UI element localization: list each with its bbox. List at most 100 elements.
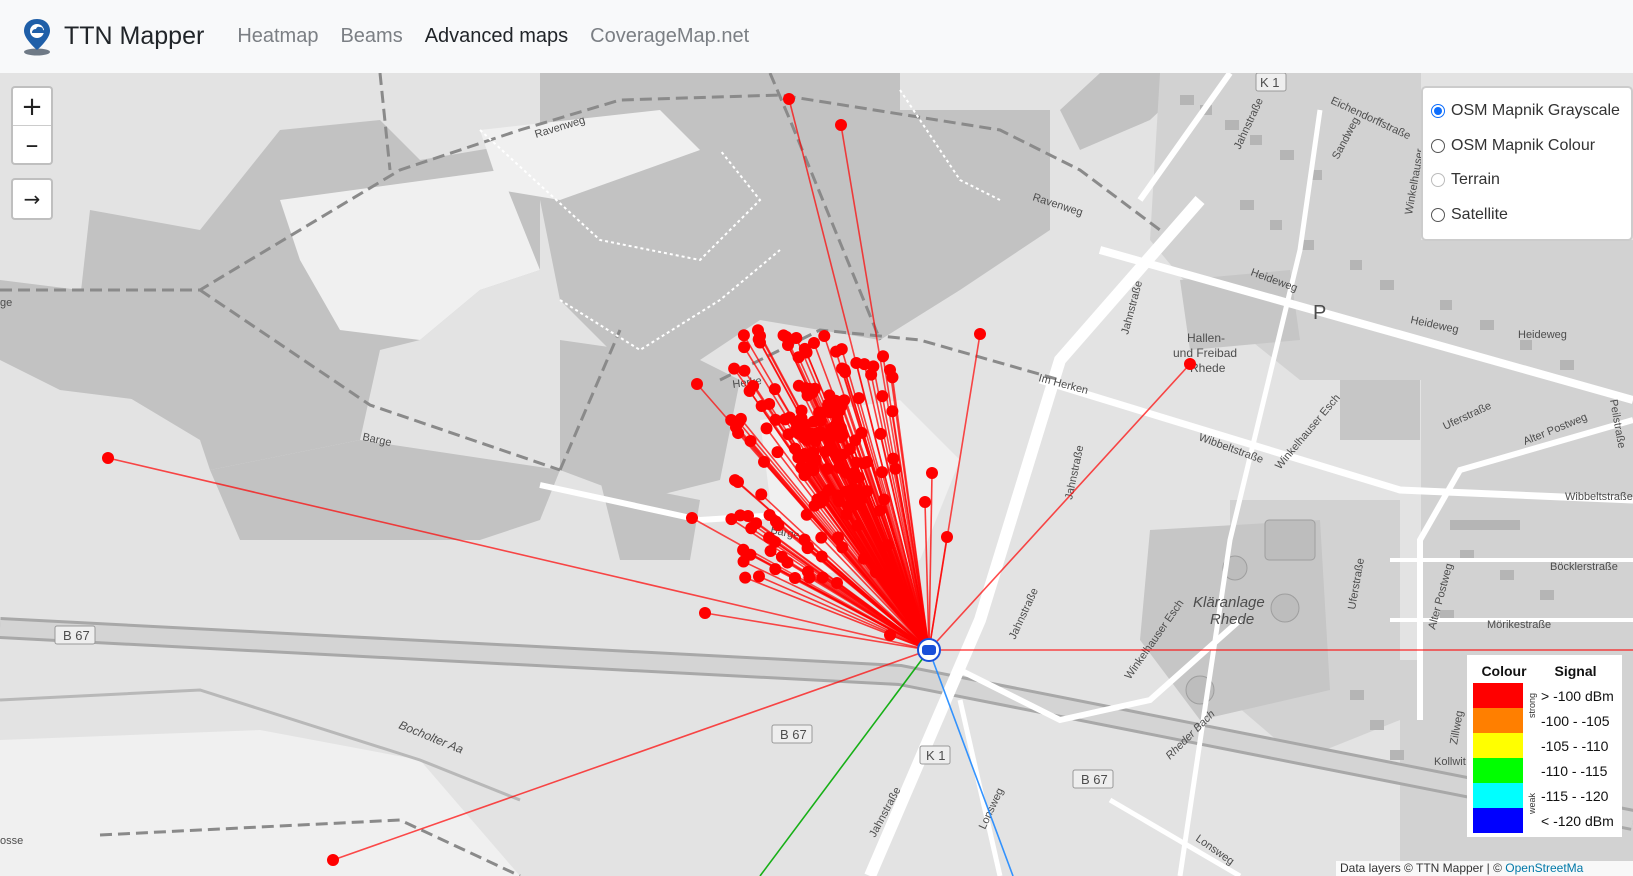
measurement-point[interactable]: [874, 427, 887, 440]
measurement-point[interactable]: [815, 531, 828, 544]
measurement-point[interactable]: [807, 415, 820, 428]
measurement-point[interactable]: [857, 552, 870, 565]
measurement-point[interactable]: [800, 508, 813, 521]
measurement-point[interactable]: [691, 378, 703, 390]
measurement-point[interactable]: [758, 455, 771, 468]
measurement-point[interactable]: [738, 341, 751, 354]
measurement-point[interactable]: [941, 531, 953, 543]
nav-heatmap[interactable]: Heatmap: [237, 25, 318, 48]
measurement-point[interactable]: [798, 424, 811, 437]
measurement-point[interactable]: [789, 442, 802, 455]
measurement-point[interactable]: [831, 531, 844, 544]
measurement-point[interactable]: [861, 485, 874, 498]
nav-beams[interactable]: Beams: [340, 25, 402, 48]
measurement-point[interactable]: [760, 422, 773, 435]
measurement-point[interactable]: [738, 364, 751, 377]
measurement-point[interactable]: [744, 435, 757, 448]
measurement-point[interactable]: [327, 854, 339, 866]
measurement-point[interactable]: [865, 368, 878, 381]
measurement-point[interactable]: [754, 330, 766, 342]
measurement-point[interactable]: [744, 548, 757, 561]
measurement-point[interactable]: [755, 400, 768, 413]
measurement-point[interactable]: [102, 452, 114, 464]
measurement-point[interactable]: [818, 330, 831, 343]
nav-coveragemap[interactable]: CoverageMap.net: [590, 25, 749, 48]
measurement-point[interactable]: [802, 541, 814, 553]
measurement-point[interactable]: [775, 550, 788, 563]
measurement-point[interactable]: [747, 379, 760, 392]
measurement-point[interactable]: [686, 512, 698, 524]
measurement-point[interactable]: [889, 462, 902, 475]
measurement-point[interactable]: [768, 383, 781, 396]
measurement-point[interactable]: [919, 496, 931, 508]
measurement-point[interactable]: [852, 498, 865, 511]
layer-satellite[interactable]: Satellite: [1431, 198, 1623, 233]
measurement-point[interactable]: [798, 466, 811, 479]
layer-terrain[interactable]: Terrain: [1431, 163, 1623, 198]
measurement-point[interactable]: [789, 572, 801, 584]
measurement-point[interactable]: [831, 577, 843, 589]
measurement-point[interactable]: [798, 342, 811, 355]
measurement-point[interactable]: [815, 550, 828, 563]
measurement-point[interactable]: [739, 571, 752, 584]
measurement-point[interactable]: [742, 510, 754, 522]
measurement-point[interactable]: [811, 493, 824, 506]
measurement-point[interactable]: [851, 519, 864, 532]
measurement-point[interactable]: [830, 345, 843, 358]
layer-osm-colour[interactable]: OSM Mapnik Colour: [1431, 129, 1623, 164]
measurement-point[interactable]: [795, 404, 808, 417]
measurement-point[interactable]: [883, 566, 896, 579]
measurement-point[interactable]: [887, 452, 900, 465]
arrow-button[interactable]: →: [11, 178, 53, 220]
measurement-point[interactable]: [771, 446, 784, 459]
radio-icon[interactable]: [1431, 138, 1445, 153]
measurement-point[interactable]: [833, 404, 846, 417]
measurement-point[interactable]: [816, 571, 829, 584]
measurement-point[interactable]: [926, 467, 938, 479]
measurement-point[interactable]: [835, 119, 847, 131]
radio-icon[interactable]: [1431, 207, 1445, 222]
openstreetmap-link[interactable]: OpenStreetMa: [1505, 861, 1583, 875]
measurement-point[interactable]: [821, 462, 834, 475]
layer-osm-grayscale[interactable]: OSM Mapnik Grayscale: [1431, 94, 1623, 129]
measurement-point[interactable]: [850, 456, 863, 469]
measurement-point[interactable]: [839, 366, 852, 379]
measurement-point[interactable]: [814, 425, 827, 438]
map-canvas[interactable]: B 67 B 67 B 67 K 1 K 1 Ravenweg Ravenweg…: [0, 73, 1633, 876]
measurement-point[interactable]: [790, 415, 803, 428]
measurement-point[interactable]: [877, 350, 890, 363]
measurement-point[interactable]: [745, 522, 758, 535]
measurement-point[interactable]: [737, 329, 750, 342]
measurement-point[interactable]: [861, 456, 874, 469]
measurement-point[interactable]: [884, 629, 896, 641]
measurement-point[interactable]: [884, 364, 896, 376]
measurement-point[interactable]: [732, 476, 744, 488]
measurement-point[interactable]: [801, 389, 814, 402]
measurement-point[interactable]: [974, 328, 986, 340]
measurement-point[interactable]: [752, 570, 765, 583]
measurement-point[interactable]: [769, 536, 781, 548]
measurement-point[interactable]: [831, 489, 844, 502]
measurement-point[interactable]: [729, 421, 742, 434]
brand-link[interactable]: TTN Mapper: [20, 17, 204, 57]
measurement-point[interactable]: [828, 446, 841, 459]
measurement-point[interactable]: [823, 389, 836, 402]
measurement-point[interactable]: [836, 429, 849, 442]
measurement-point[interactable]: [728, 362, 741, 375]
measurement-point[interactable]: [769, 413, 782, 426]
measurement-point[interactable]: [878, 493, 891, 506]
measurement-point[interactable]: [769, 563, 782, 576]
measurement-point[interactable]: [807, 446, 820, 459]
radio-icon[interactable]: [1431, 173, 1445, 188]
measurement-point[interactable]: [1184, 358, 1196, 370]
radio-selected-icon[interactable]: [1431, 104, 1445, 119]
measurement-point[interactable]: [792, 379, 805, 392]
measurement-point[interactable]: [782, 339, 794, 351]
measurement-point[interactable]: [855, 426, 868, 439]
measurement-point[interactable]: [699, 607, 711, 619]
measurement-point[interactable]: [874, 504, 887, 517]
nav-advanced-maps[interactable]: Advanced maps: [425, 25, 568, 48]
measurement-point[interactable]: [876, 390, 889, 403]
measurement-point[interactable]: [876, 466, 889, 479]
measurement-point[interactable]: [881, 539, 894, 552]
